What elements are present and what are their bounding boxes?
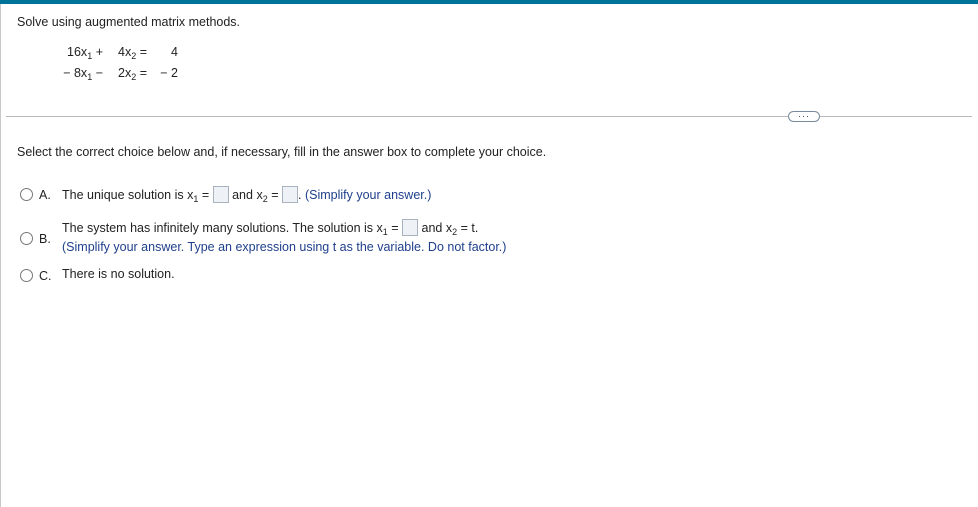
choice-b-text-after: = t. [457,221,479,235]
choice-a-radio[interactable] [20,188,33,201]
eq1-term1-sub: 1 [87,51,93,61]
choice-a-hint: (Simplify your answer.) [304,188,432,202]
choice-c-radio[interactable] [20,269,33,282]
choice-b-text: The system has infinitely many solutions… [62,219,479,237]
choice-a-equals2: = [267,188,279,202]
choice-a-x1-answer-box[interactable] [212,186,229,203]
choice-a-letter: A. [39,188,51,202]
instruction-text: Select the correct choice below and, if … [17,145,547,159]
choice-a-period: . [297,188,302,202]
more-options-button[interactable]: ··· [788,111,820,122]
eq1-term1: 16x [67,45,88,59]
eq2-term1: − 8x [63,66,88,80]
choice-c-text: There is no solution. [62,267,175,281]
eq2-term2-sub: 2 [131,72,137,82]
choice-a-text-before: The unique solution is x [62,188,194,202]
choice-b-letter: B. [39,232,51,246]
choice-a-equals: = [198,188,210,202]
choice-b-x1-answer-box[interactable] [402,219,419,236]
choice-a-text-middle: and x [232,188,263,202]
choice-c-letter: C. [39,269,52,283]
eq1-rhs: 4 [171,45,178,59]
eq2-operator: − [95,66,103,80]
eq2-rhs: − 2 [160,66,178,80]
eq1-operator: + [95,45,103,59]
choice-b-equals: = [387,221,399,235]
choice-a-x2-answer-box[interactable] [281,186,298,203]
choice-a-text: The unique solution is x1 = and x2 = . (… [62,186,432,204]
eq2-term2: 2x [118,66,132,80]
eq1-term2: 4x [118,45,132,59]
left-border [0,4,1,507]
eq1-equals: = [139,45,148,59]
choice-b-radio[interactable] [20,232,33,245]
question-prompt: Solve using augmented matrix methods. [17,15,241,29]
eq2-term1-sub: 1 [87,72,93,82]
choice-b-text-middle: and x [421,221,453,235]
section-divider [6,116,972,117]
eq2-equals: = [139,66,148,80]
choice-b-text-before: The system has infinitely many solutions… [62,221,383,235]
eq1-term2-sub: 2 [131,51,137,61]
choice-b-hint: (Simplify your answer. Type an expressio… [62,240,507,254]
top-accent-bar [0,0,978,4]
